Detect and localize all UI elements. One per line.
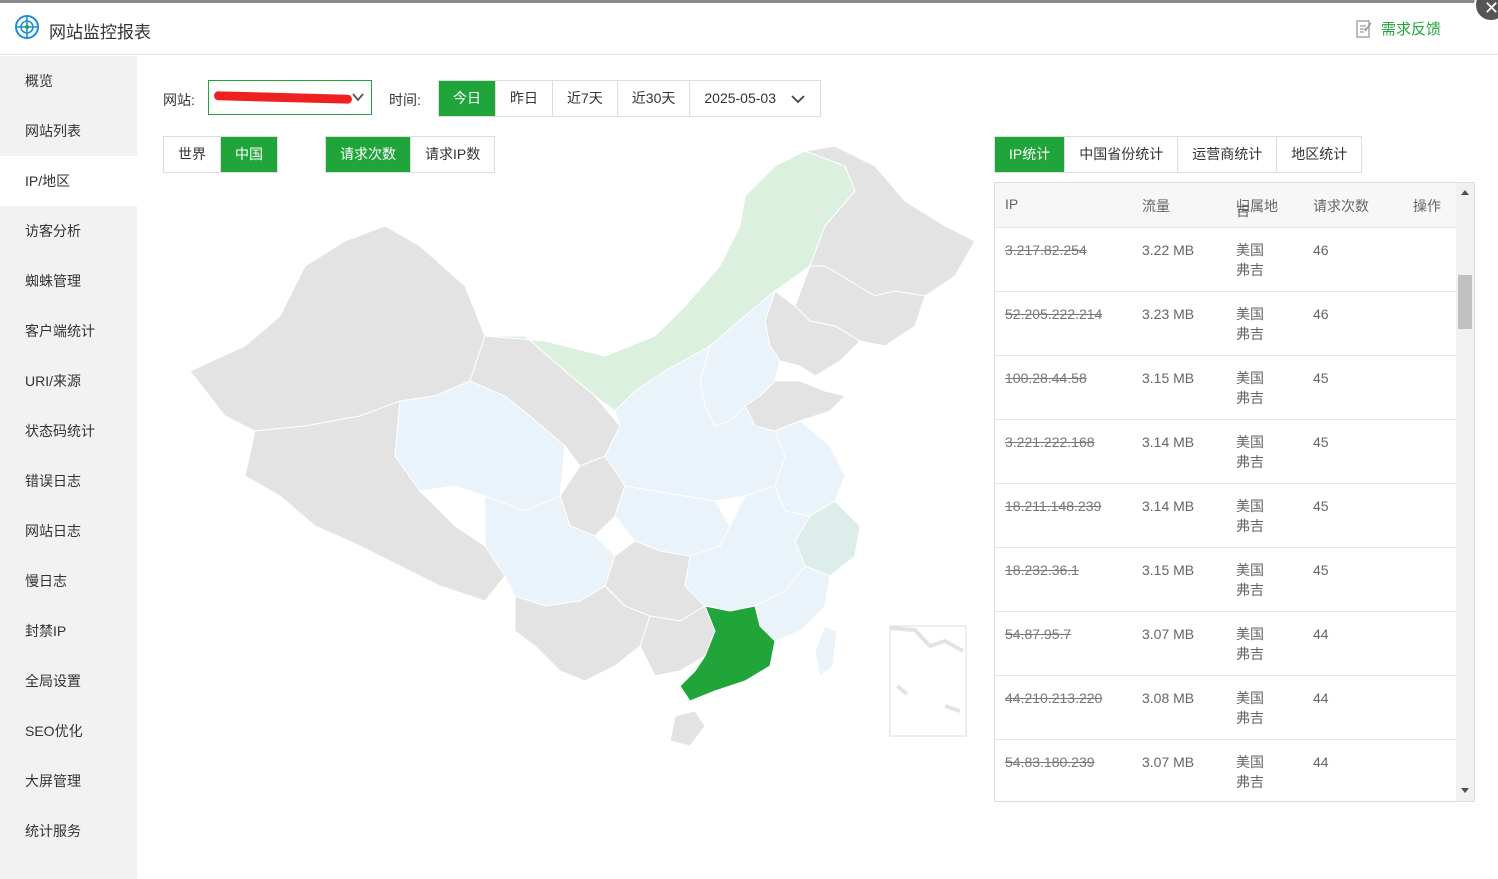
sidebar-item-spider-management[interactable]: 蜘蛛管理 xyxy=(0,256,137,306)
requests-cell: 45 xyxy=(1313,370,1329,386)
map-region-hainan[interactable] xyxy=(669,710,706,747)
traffic-cell: 3.07 MB xyxy=(1142,754,1195,770)
sidebar-item-seo[interactable]: SEO优化 xyxy=(0,706,137,756)
ip-cell: 44.210.213.220 xyxy=(1005,690,1103,706)
table-row[interactable]: 44.210.213.220 3.08 MB 美国 弗吉 44 xyxy=(995,675,1457,739)
table-row[interactable]: 18.232.36.1 3.15 MB 美国 弗吉 45 xyxy=(995,547,1457,611)
traffic-cell: 3.15 MB xyxy=(1142,562,1195,578)
ip-cell: 54.87.95.7 xyxy=(1005,626,1072,642)
tab-isp-stats[interactable]: 运营商统计 xyxy=(1178,137,1278,172)
time-option-today[interactable]: 今日 xyxy=(439,81,496,116)
table-row[interactable]: 3.217.82.254 3.22 MB 美国 弗吉 46 xyxy=(995,227,1457,291)
site-select[interactable] xyxy=(208,80,372,115)
time-option-7days[interactable]: 近7天 xyxy=(553,81,618,116)
traffic-cell: 3.22 MB xyxy=(1142,242,1195,258)
sidebar-item-slow-log[interactable]: 慢日志 xyxy=(0,556,137,606)
location-cell: 美国 弗吉 xyxy=(1236,306,1264,342)
table-row[interactable]: 54.83.180.239 3.07 MB 美国 弗吉 44 xyxy=(995,739,1457,801)
sidebar-item-big-screen[interactable]: 大屏管理 xyxy=(0,756,137,806)
sidebar-item-uri-source[interactable]: URI/来源 xyxy=(0,356,137,406)
map-region-taiwan[interactable] xyxy=(814,625,838,677)
location-cell: 美国 弗吉 xyxy=(1236,434,1264,470)
location-cell: 美国 弗吉 xyxy=(1236,626,1264,662)
stats-tabs: IP统计 中国省份统计 运营商统计 地区统计 xyxy=(994,136,1363,173)
feedback-link[interactable]: 需求反馈 xyxy=(1356,18,1441,39)
sidebar-item-visitor-analysis[interactable]: 访客分析 xyxy=(0,206,137,256)
table-row[interactable]: 3.221.222.168 3.14 MB 美国 弗吉 45 xyxy=(995,419,1457,483)
requests-cell: 44 xyxy=(1313,754,1329,770)
requests-cell: 46 xyxy=(1313,306,1329,322)
ip-cell: 18.232.36.1 xyxy=(1005,562,1079,578)
requests-cell: 45 xyxy=(1313,498,1329,514)
ip-stats-table[interactable]: IP 流量 归属地 请求次数 操作 吉 3.217.82.254 3.22 MB… xyxy=(994,182,1475,802)
table-row[interactable]: 52.205.222.214 3.23 MB 美国 弗吉 46 xyxy=(995,291,1457,355)
sidebar-item-client-stats[interactable]: 客户端统计 xyxy=(0,306,137,356)
traffic-cell: 3.15 MB xyxy=(1142,370,1195,386)
time-label: 时间: xyxy=(389,92,421,108)
location-cell: 美国 弗吉 xyxy=(1236,242,1264,278)
sidebar-item-site-log[interactable]: 网站日志 xyxy=(0,506,137,556)
ip-cell: 3.221.222.168 xyxy=(1005,434,1095,450)
main-panel: 网站: 时间: 今日 昨日 近7天 近30天 2025-05-03 世界 中国 … xyxy=(137,56,1498,879)
traffic-cell: 3.23 MB xyxy=(1142,306,1195,322)
sidebar-item-overview[interactable]: 概览 xyxy=(0,56,137,106)
date-picker[interactable]: 2025-05-03 xyxy=(690,81,820,116)
requests-cell: 45 xyxy=(1313,562,1329,578)
requests-cell: 45 xyxy=(1313,434,1329,450)
traffic-cell: 3.08 MB xyxy=(1142,690,1195,706)
sidebar-item-stats-service[interactable]: 统计服务 xyxy=(0,806,137,856)
requests-cell: 44 xyxy=(1313,626,1329,642)
requests-cell: 44 xyxy=(1313,690,1329,706)
sidebar-item-ip-region[interactable]: IP/地区 xyxy=(0,156,137,206)
location-cell: 吉 xyxy=(1236,203,1250,219)
chevron-down-icon xyxy=(352,93,364,102)
location-cell: 美国 弗吉 xyxy=(1236,370,1264,406)
table-row[interactable]: 18.211.148.239 3.14 MB 美国 弗吉 45 xyxy=(995,483,1457,547)
table-row[interactable]: 54.87.95.7 3.07 MB 美国 弗吉 44 xyxy=(995,611,1457,675)
ip-cell: 3.217.82.254 xyxy=(1005,242,1087,258)
feedback-label: 需求反馈 xyxy=(1381,21,1442,38)
location-cell: 美国 弗吉 xyxy=(1236,690,1264,726)
sidebar-item-status-code[interactable]: 状态码统计 xyxy=(0,406,137,456)
chevron-down-icon xyxy=(791,94,805,103)
sidebar-item-global-settings[interactable]: 全局设置 xyxy=(0,656,137,706)
tab-province-stats[interactable]: 中国省份统计 xyxy=(1065,137,1179,172)
location-cell: 美国 弗吉 xyxy=(1236,562,1264,598)
ip-cell: 18.211.148.239 xyxy=(1005,498,1102,514)
traffic-cell: 3.07 MB xyxy=(1142,626,1195,642)
window-title: 网站监控报表 xyxy=(49,23,151,42)
location-cell: 美国 弗吉 xyxy=(1236,498,1264,534)
traffic-cell: 3.14 MB xyxy=(1142,498,1195,514)
scrollbar-thumb[interactable] xyxy=(1458,275,1472,329)
ip-cell: 100.28.44.58 xyxy=(1005,370,1087,386)
traffic-cell: 3.14 MB xyxy=(1142,434,1195,450)
china-map[interactable] xyxy=(185,146,975,756)
location-cell: 美国 弗吉 xyxy=(1236,754,1264,790)
sidebar-item-blocked-ip[interactable]: 封禁IP xyxy=(0,606,137,656)
sidebar: 概览 网站列表 IP/地区 访客分析 蜘蛛管理 客户端统计 URI/来源 状态码… xyxy=(0,56,137,879)
tab-region-stats[interactable]: 地区统计 xyxy=(1277,137,1361,172)
requests-cell: 46 xyxy=(1313,242,1329,258)
scroll-up-icon[interactable] xyxy=(1461,190,1469,195)
ip-cell: 54.83.180.239 xyxy=(1005,754,1095,770)
time-range-group: 今日 昨日 近7天 近30天 2025-05-03 xyxy=(438,80,821,117)
site-monitor-icon xyxy=(15,15,39,39)
redacted-site-name xyxy=(213,91,353,104)
site-label: 网站: xyxy=(163,92,195,108)
table-row-partial: 吉 xyxy=(995,201,1457,227)
feedback-icon xyxy=(1356,19,1372,38)
scroll-down-icon[interactable] xyxy=(1461,788,1469,793)
sidebar-item-site-list[interactable]: 网站列表 xyxy=(0,106,137,156)
title-bar: 网站监控报表 需求反馈 xyxy=(0,3,1498,55)
ip-cell: 52.205.222.214 xyxy=(1005,306,1103,322)
tab-ip-stats[interactable]: IP统计 xyxy=(995,137,1066,172)
table-row[interactable]: 100.28.44.58 3.15 MB 美国 弗吉 45 xyxy=(995,355,1457,419)
date-value: 2025-05-03 xyxy=(704,90,776,106)
table-scrollbar[interactable] xyxy=(1456,183,1474,801)
time-option-yesterday[interactable]: 昨日 xyxy=(496,81,553,116)
sidebar-item-error-log[interactable]: 错误日志 xyxy=(0,456,137,506)
time-option-30days[interactable]: 近30天 xyxy=(618,81,691,116)
close-icon: ✕ xyxy=(1484,0,1498,18)
